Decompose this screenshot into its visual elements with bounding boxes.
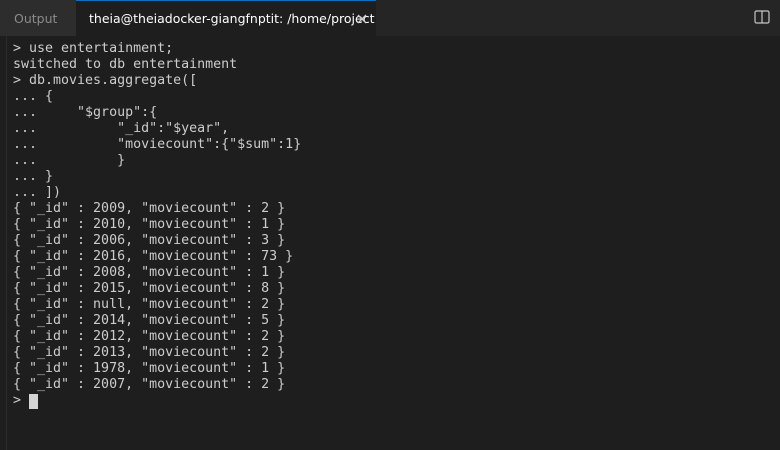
terminal-line: ... ]) bbox=[13, 185, 62, 200]
terminal-output[interactable]: > use entertainment; switched to db ente… bbox=[6, 36, 780, 450]
prompt-symbol: > bbox=[13, 393, 22, 408]
result-line: { "_id" : 2006, "moviecount" : 3 } bbox=[13, 233, 286, 248]
terminal-line: ... { bbox=[13, 89, 54, 104]
tab-output-label: Output bbox=[14, 10, 58, 26]
result-line: { "_id" : 2007, "moviecount" : 2 } bbox=[13, 377, 286, 392]
result-line: { "_id" : 2009, "moviecount" : 2 } bbox=[13, 201, 286, 216]
terminal-window: Output theia@theiadocker-giangfnptit: /h… bbox=[0, 0, 780, 450]
terminal-line: ... "$group":{ bbox=[13, 105, 158, 120]
text-cursor bbox=[29, 393, 39, 409]
result-line: { "_id" : 2014, "moviecount" : 5 } bbox=[13, 313, 286, 328]
terminal-line: ... } bbox=[13, 169, 54, 184]
close-icon[interactable] bbox=[356, 13, 368, 25]
terminal-line: ... "moviecount":{"$sum":1} bbox=[13, 137, 302, 152]
result-line: { "_id" : 2010, "moviecount" : 1 } bbox=[13, 217, 286, 232]
terminal-line: switched to db entertainment bbox=[13, 57, 238, 72]
result-line: { "_id" : 2013, "moviecount" : 2 } bbox=[13, 345, 286, 360]
terminal-line: > db.movies.aggregate([ bbox=[13, 73, 198, 88]
result-line: { "_id" : 2008, "moviecount" : 1 } bbox=[13, 265, 286, 280]
result-line: { "_id" : 2016, "moviecount" : 73 } bbox=[13, 249, 294, 264]
result-line: { "_id" : 2012, "moviecount" : 2 } bbox=[13, 329, 286, 344]
result-line: { "_id" : 1978, "moviecount" : 1 } bbox=[13, 361, 286, 376]
terminal-line: ... } bbox=[13, 153, 126, 168]
tab-output[interactable]: Output bbox=[0, 0, 76, 36]
terminal-line: ... "_id":"$year", bbox=[13, 121, 230, 136]
terminal-line: > use entertainment; bbox=[13, 41, 174, 56]
terminal-prompt-line[interactable]: > bbox=[13, 393, 780, 409]
tab-terminal[interactable]: theia@theiadocker-giangfnptit: /home/pro… bbox=[76, 0, 376, 36]
tab-terminal-label: theia@theiadocker-giangfnptit: /home/pro… bbox=[89, 11, 375, 26]
split-editor-icon[interactable] bbox=[754, 10, 770, 24]
result-line: { "_id" : null, "moviecount" : 2 } bbox=[13, 297, 286, 312]
tab-bar: Output theia@theiadocker-giangfnptit: /h… bbox=[0, 0, 780, 36]
result-line: { "_id" : 2015, "moviecount" : 8 } bbox=[13, 281, 286, 296]
